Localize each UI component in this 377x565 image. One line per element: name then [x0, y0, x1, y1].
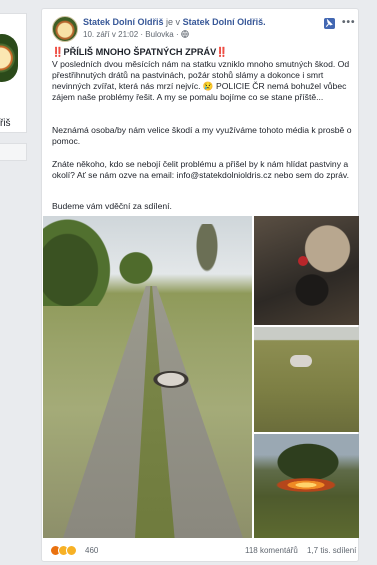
post-header: Statek Dolní Oldřiš je v Statek Dolní Ol… — [83, 17, 266, 27]
photo-blood — [298, 256, 308, 266]
reactions-count[interactable]: 460 — [85, 546, 98, 555]
globe-icon — [181, 30, 189, 39]
more-options-icon[interactable]: ••• — [342, 18, 356, 28]
photo-grid — [43, 216, 359, 538]
header-connector: je v — [166, 17, 181, 27]
photo-trees — [43, 216, 113, 306]
post-title: ‼️PŘÍLIŠ MNOHO ŠPATNÝCH ZPRÁV‼️ — [52, 47, 352, 58]
photo-pasture[interactable] — [254, 327, 359, 432]
shares-count[interactable]: 1,7 tis. sdílení — [307, 546, 356, 555]
post-meta: 10. září v 21:02 · Bulovka · — [83, 30, 189, 39]
double-exclamation-icon: ‼️ — [52, 47, 64, 57]
photo-fire[interactable] — [254, 434, 359, 538]
page-avatar[interactable] — [0, 34, 18, 82]
location-link[interactable]: Statek Dolní Oldřiš. — [183, 17, 266, 27]
pin-icon[interactable] — [324, 18, 335, 29]
photo-burning-straw — [276, 478, 336, 492]
photo-tree-right — [193, 224, 221, 279]
post-date[interactable]: 10. září v 21:02 — [83, 30, 138, 39]
comments-count[interactable]: 118 komentářů — [245, 546, 298, 555]
page-name[interactable]: řiš — [0, 118, 11, 129]
author-avatar[interactable] — [52, 16, 78, 42]
post-paragraph-1: V posledních dvou měsících nám na statku… — [52, 59, 350, 102]
photo-dead-animal — [139, 364, 197, 392]
author-link[interactable]: Statek Dolní Oldřiš — [83, 17, 164, 27]
reaction-icons[interactable] — [50, 545, 77, 556]
meta-separator-2: · — [176, 30, 179, 39]
post-paragraph-4: Budeme vám vděční za sdílení. — [52, 201, 172, 211]
photo-sheep — [290, 355, 312, 367]
photo-fire-tree — [268, 438, 348, 482]
post-title-text: PŘÍLIŠ MNOHO ŠPATNÝCH ZPRÁV — [63, 47, 217, 57]
double-exclamation-icon-right: ‼️ — [216, 47, 228, 57]
post-paragraph-3: Znáte někoho, kdo se nebojí čelit problé… — [52, 159, 349, 180]
wow-reaction-icon — [66, 545, 77, 556]
post-card: Statek Dolní Oldřiš je v Statek Dolní Ol… — [41, 8, 359, 562]
post-paragraph-2: Neznámá osoba/by nám velice škodí a my v… — [52, 125, 352, 146]
photo-dirt-road[interactable] — [43, 216, 252, 538]
photo-dark-shape — [292, 271, 332, 309]
sidebar-input[interactable] — [0, 143, 27, 161]
left-sidebar: řiš — [0, 0, 30, 565]
page-card — [0, 13, 27, 133]
photo-trees-2 — [111, 244, 161, 284]
post-place[interactable]: Bulovka — [145, 30, 173, 39]
post-footer: 460 118 komentářů 1,7 tis. sdílení — [42, 538, 358, 562]
photo-closeup[interactable] — [254, 216, 359, 325]
meta-separator: · — [140, 30, 144, 39]
